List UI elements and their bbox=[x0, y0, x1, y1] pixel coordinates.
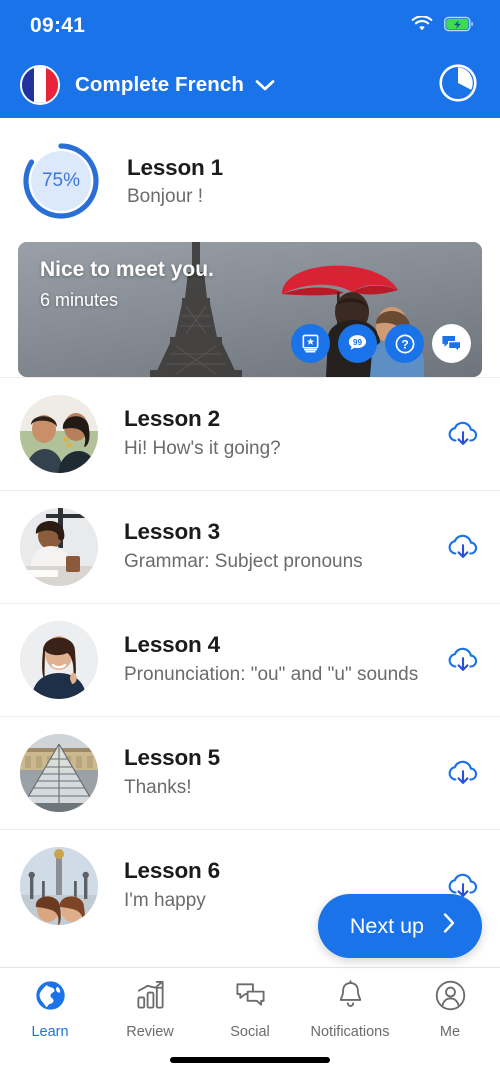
two-women-paris-bridge-thumb bbox=[20, 847, 98, 925]
lesson-row[interactable]: Lesson 5 Thanks! bbox=[0, 716, 500, 829]
woman-studying-desk-thumb bbox=[20, 508, 98, 586]
next-up-button[interactable]: Next up bbox=[317, 894, 482, 958]
home-indicator bbox=[170, 1057, 330, 1063]
hero-title: Nice to meet you. bbox=[40, 258, 214, 281]
status-bar: 09:41 bbox=[0, 0, 500, 52]
vocabulary-book-icon[interactable] bbox=[291, 324, 330, 363]
lesson-subtitle: Thanks! bbox=[124, 777, 192, 799]
chevron-down-icon[interactable] bbox=[255, 79, 275, 92]
person-circle-icon bbox=[434, 979, 467, 1017]
tab-label: Me bbox=[439, 1024, 461, 1040]
couple-laughing-thumb bbox=[20, 395, 98, 473]
pie-progress-icon[interactable] bbox=[438, 63, 478, 108]
tab-notifications[interactable]: Notifications bbox=[300, 979, 400, 1040]
louvre-pyramid-thumb bbox=[20, 734, 98, 812]
lesson-row[interactable]: Lesson 3 Grammar: Subject pronouns bbox=[0, 490, 500, 603]
next-up-label: Next up bbox=[349, 913, 424, 938]
lesson-subtitle: Pronunciation: "ou" and "u" sounds bbox=[124, 664, 419, 686]
hero-lesson-card[interactable]: Nice to meet you. 6 minutes 99 ? bbox=[18, 242, 482, 377]
conversation-chat-icon[interactable] bbox=[432, 324, 471, 363]
tab-label: Notifications bbox=[310, 1024, 390, 1040]
current-lesson-text: Lesson 1 Bonjour ! bbox=[127, 155, 223, 208]
lesson-subtitle: Grammar: Subject pronouns bbox=[124, 551, 363, 573]
wifi-icon bbox=[411, 14, 433, 37]
bar-chart-arrow-icon bbox=[134, 979, 167, 1017]
lesson-row[interactable]: Lesson 4 Pronunciation: "ou" and "u" sou… bbox=[0, 603, 500, 716]
cloud-download-icon[interactable] bbox=[446, 532, 480, 562]
status-bar-clock: 09:41 bbox=[30, 14, 86, 37]
bottom-tab-bar: Learn Review Social Notifications Me bbox=[0, 967, 500, 1080]
lesson-title: Lesson 3 bbox=[124, 519, 220, 545]
tab-review[interactable]: Review bbox=[100, 979, 200, 1040]
svg-text:99: 99 bbox=[353, 338, 362, 347]
lesson-subtitle: Hi! How's it going? bbox=[124, 438, 281, 460]
lesson-title: Lesson 2 bbox=[124, 406, 220, 432]
status-bar-indicators bbox=[411, 14, 474, 37]
lesson-title: Lesson 6 bbox=[124, 858, 220, 884]
app-header: Complete French bbox=[0, 52, 500, 118]
progress-ring: 75% bbox=[20, 140, 102, 222]
lesson-row-text: Lesson 2 Hi! How's it going? bbox=[124, 406, 446, 461]
chat-bubbles-icon bbox=[234, 979, 267, 1017]
quiz-question-icon[interactable]: ? bbox=[385, 324, 424, 363]
lesson-row-text: Lesson 4 Pronunciation: "ou" and "u" sou… bbox=[124, 632, 446, 687]
tab-label: Review bbox=[126, 1024, 174, 1040]
hero-action-buttons: 99 ? bbox=[291, 324, 471, 363]
lesson-row-text: Lesson 3 Grammar: Subject pronouns bbox=[124, 519, 446, 574]
cloud-download-icon[interactable] bbox=[446, 645, 480, 675]
current-lesson-subtitle: Bonjour ! bbox=[127, 185, 204, 207]
svg-text:?: ? bbox=[401, 337, 408, 351]
chevron-right-icon bbox=[442, 912, 456, 940]
lesson-row[interactable]: Lesson 2 Hi! How's it going? bbox=[0, 377, 500, 490]
current-lesson-row[interactable]: 75% Lesson 1 Bonjour ! bbox=[0, 118, 500, 240]
phrases-99-icon[interactable]: 99 bbox=[338, 324, 377, 363]
lesson-title: Lesson 4 bbox=[124, 632, 220, 658]
globe-icon bbox=[34, 979, 67, 1017]
french-flag-icon bbox=[20, 65, 60, 105]
lesson-title: Lesson 5 bbox=[124, 745, 220, 771]
course-title: Complete French bbox=[75, 73, 244, 96]
tab-learn[interactable]: Learn bbox=[0, 979, 100, 1040]
tab-social[interactable]: Social bbox=[200, 979, 300, 1040]
bell-icon bbox=[334, 979, 367, 1017]
battery-charging-icon bbox=[444, 16, 474, 37]
cloud-download-icon[interactable] bbox=[446, 758, 480, 788]
current-lesson-title: Lesson 1 bbox=[127, 154, 223, 180]
woman-pointing-cheek-thumb bbox=[20, 621, 98, 699]
tab-label: Learn bbox=[31, 1024, 69, 1040]
lesson-row-text: Lesson 5 Thanks! bbox=[124, 745, 446, 800]
hero-duration: 6 minutes bbox=[40, 290, 119, 310]
progress-percent: 75% bbox=[41, 170, 81, 191]
tab-me[interactable]: Me bbox=[400, 979, 500, 1040]
tab-label: Social bbox=[230, 1024, 270, 1040]
lesson-list-scroll[interactable]: 75% Lesson 1 Bonjour ! Nice to meet you.… bbox=[0, 118, 500, 967]
cloud-download-icon[interactable] bbox=[446, 419, 480, 449]
